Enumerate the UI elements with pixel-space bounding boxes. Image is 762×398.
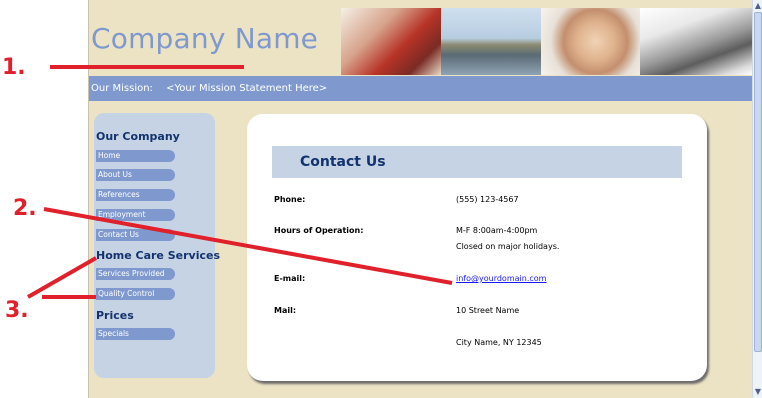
annotation-number-3: 3. <box>5 298 29 323</box>
annotation-lines <box>27 65 453 299</box>
annotation-number-1: 1. <box>2 55 26 80</box>
annotation-line-2 <box>43 207 453 285</box>
annotation-line-3a <box>27 256 97 299</box>
annotation-number-2: 2. <box>13 196 37 221</box>
